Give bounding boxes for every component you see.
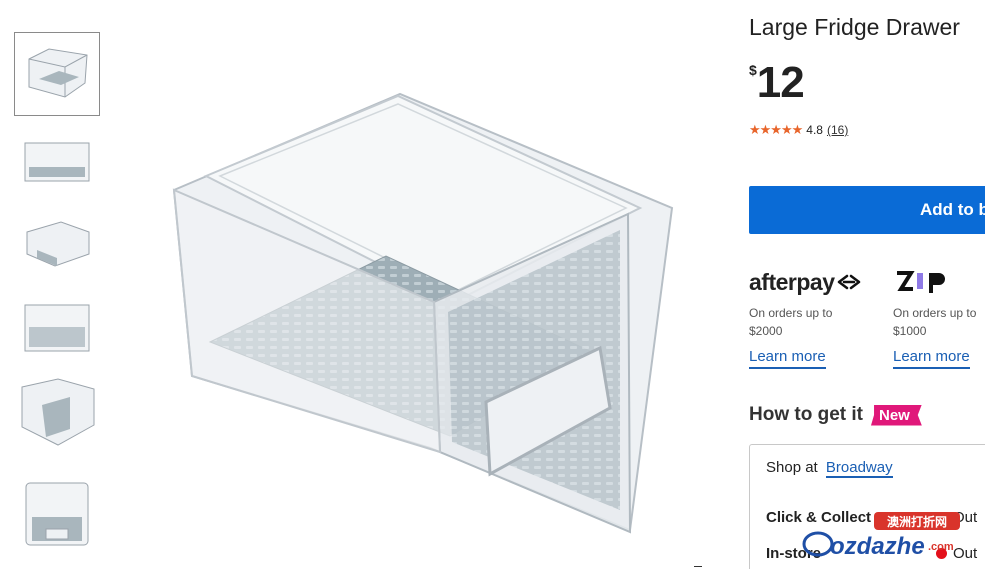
- product-rating: ★★★★★ 4.8 (16): [749, 122, 848, 138]
- afterpay-desc-line1: On orders up to: [749, 306, 833, 320]
- drawer-thumbnail-image: [25, 482, 89, 546]
- review-count-link[interactable]: (16): [827, 123, 848, 137]
- thumbnail-4[interactable]: [14, 286, 100, 370]
- drawer-thumbnail-image: [21, 378, 95, 446]
- zip-learn-more-link[interactable]: Learn more: [893, 348, 970, 369]
- afterpay-description: On orders up to $2000: [749, 304, 862, 340]
- drawer-thumbnail-image: [28, 48, 88, 98]
- drawer-thumbnail-image: [24, 304, 90, 352]
- drawer-thumbnail-image: [24, 142, 90, 182]
- rating-value: 4.8: [806, 123, 823, 137]
- click-collect-label: Click & Collect: [766, 509, 872, 526]
- price-currency: $: [749, 62, 757, 78]
- red-dot-icon: [936, 548, 947, 559]
- divider-mark: [694, 566, 702, 567]
- afterpay-arrows-icon: [838, 274, 861, 290]
- thumbnail-2[interactable]: [14, 120, 100, 204]
- product-info-panel: Large Fridge Drawer $12 ★★★★★ 4.8 (16) A…: [749, 0, 985, 569]
- afterpay-learn-more-link[interactable]: Learn more: [749, 348, 826, 369]
- afterpay-desc-line2: $2000: [749, 324, 783, 338]
- price-amount: 12: [756, 58, 805, 107]
- afterpay-block: afterpay On orders up to $2000 Learn mor…: [749, 266, 862, 369]
- product-price: $12: [749, 58, 805, 108]
- fulfilment-box: Shop at Broadway Click & Collect Out In-…: [749, 444, 985, 569]
- thumbnail-6[interactable]: [14, 472, 100, 556]
- in-store-status: Out: [936, 545, 977, 562]
- shop-at-label: Shop at: [766, 459, 818, 476]
- thumbnail-1[interactable]: [14, 32, 100, 116]
- fridge-drawer-image: [172, 92, 674, 534]
- zip-block: zip On orders up to $1000 Learn more: [893, 266, 976, 369]
- afterpay-logo-icon: afterpay: [749, 266, 862, 298]
- click-collect-status-text: Out: [953, 509, 978, 526]
- in-store-label: In-store: [766, 545, 822, 562]
- in-store-status-text: Out: [953, 545, 978, 562]
- product-main-image: [160, 80, 690, 540]
- zip-desc-line1: On orders up to: [893, 306, 977, 320]
- red-dot-icon: [936, 512, 947, 523]
- how-to-get-it-heading: How to get it: [749, 404, 863, 425]
- thumbnail-3[interactable]: [14, 202, 100, 286]
- zip-logo-graphic: [897, 271, 945, 293]
- zip-desc-line2: $1000: [893, 324, 927, 338]
- thumbnail-5[interactable]: [14, 372, 100, 456]
- star-icon: ★★★★★: [749, 122, 803, 137]
- click-collect-status: Out: [936, 509, 977, 526]
- new-badge: New: [870, 404, 922, 426]
- store-selector-link[interactable]: Broadway: [825, 459, 893, 478]
- zip-logo-icon: zip: [893, 266, 976, 298]
- afterpay-logo-text: afterpay: [749, 268, 835, 295]
- shop-at-row: Shop at Broadway: [766, 459, 893, 478]
- add-to-bag-button[interactable]: Add to b: [749, 186, 985, 234]
- product-title: Large Fridge Drawer: [749, 14, 960, 40]
- how-to-get-it: How to get it New: [749, 404, 922, 426]
- zip-description: On orders up to $1000: [893, 304, 976, 340]
- drawer-thumbnail-image: [26, 221, 90, 267]
